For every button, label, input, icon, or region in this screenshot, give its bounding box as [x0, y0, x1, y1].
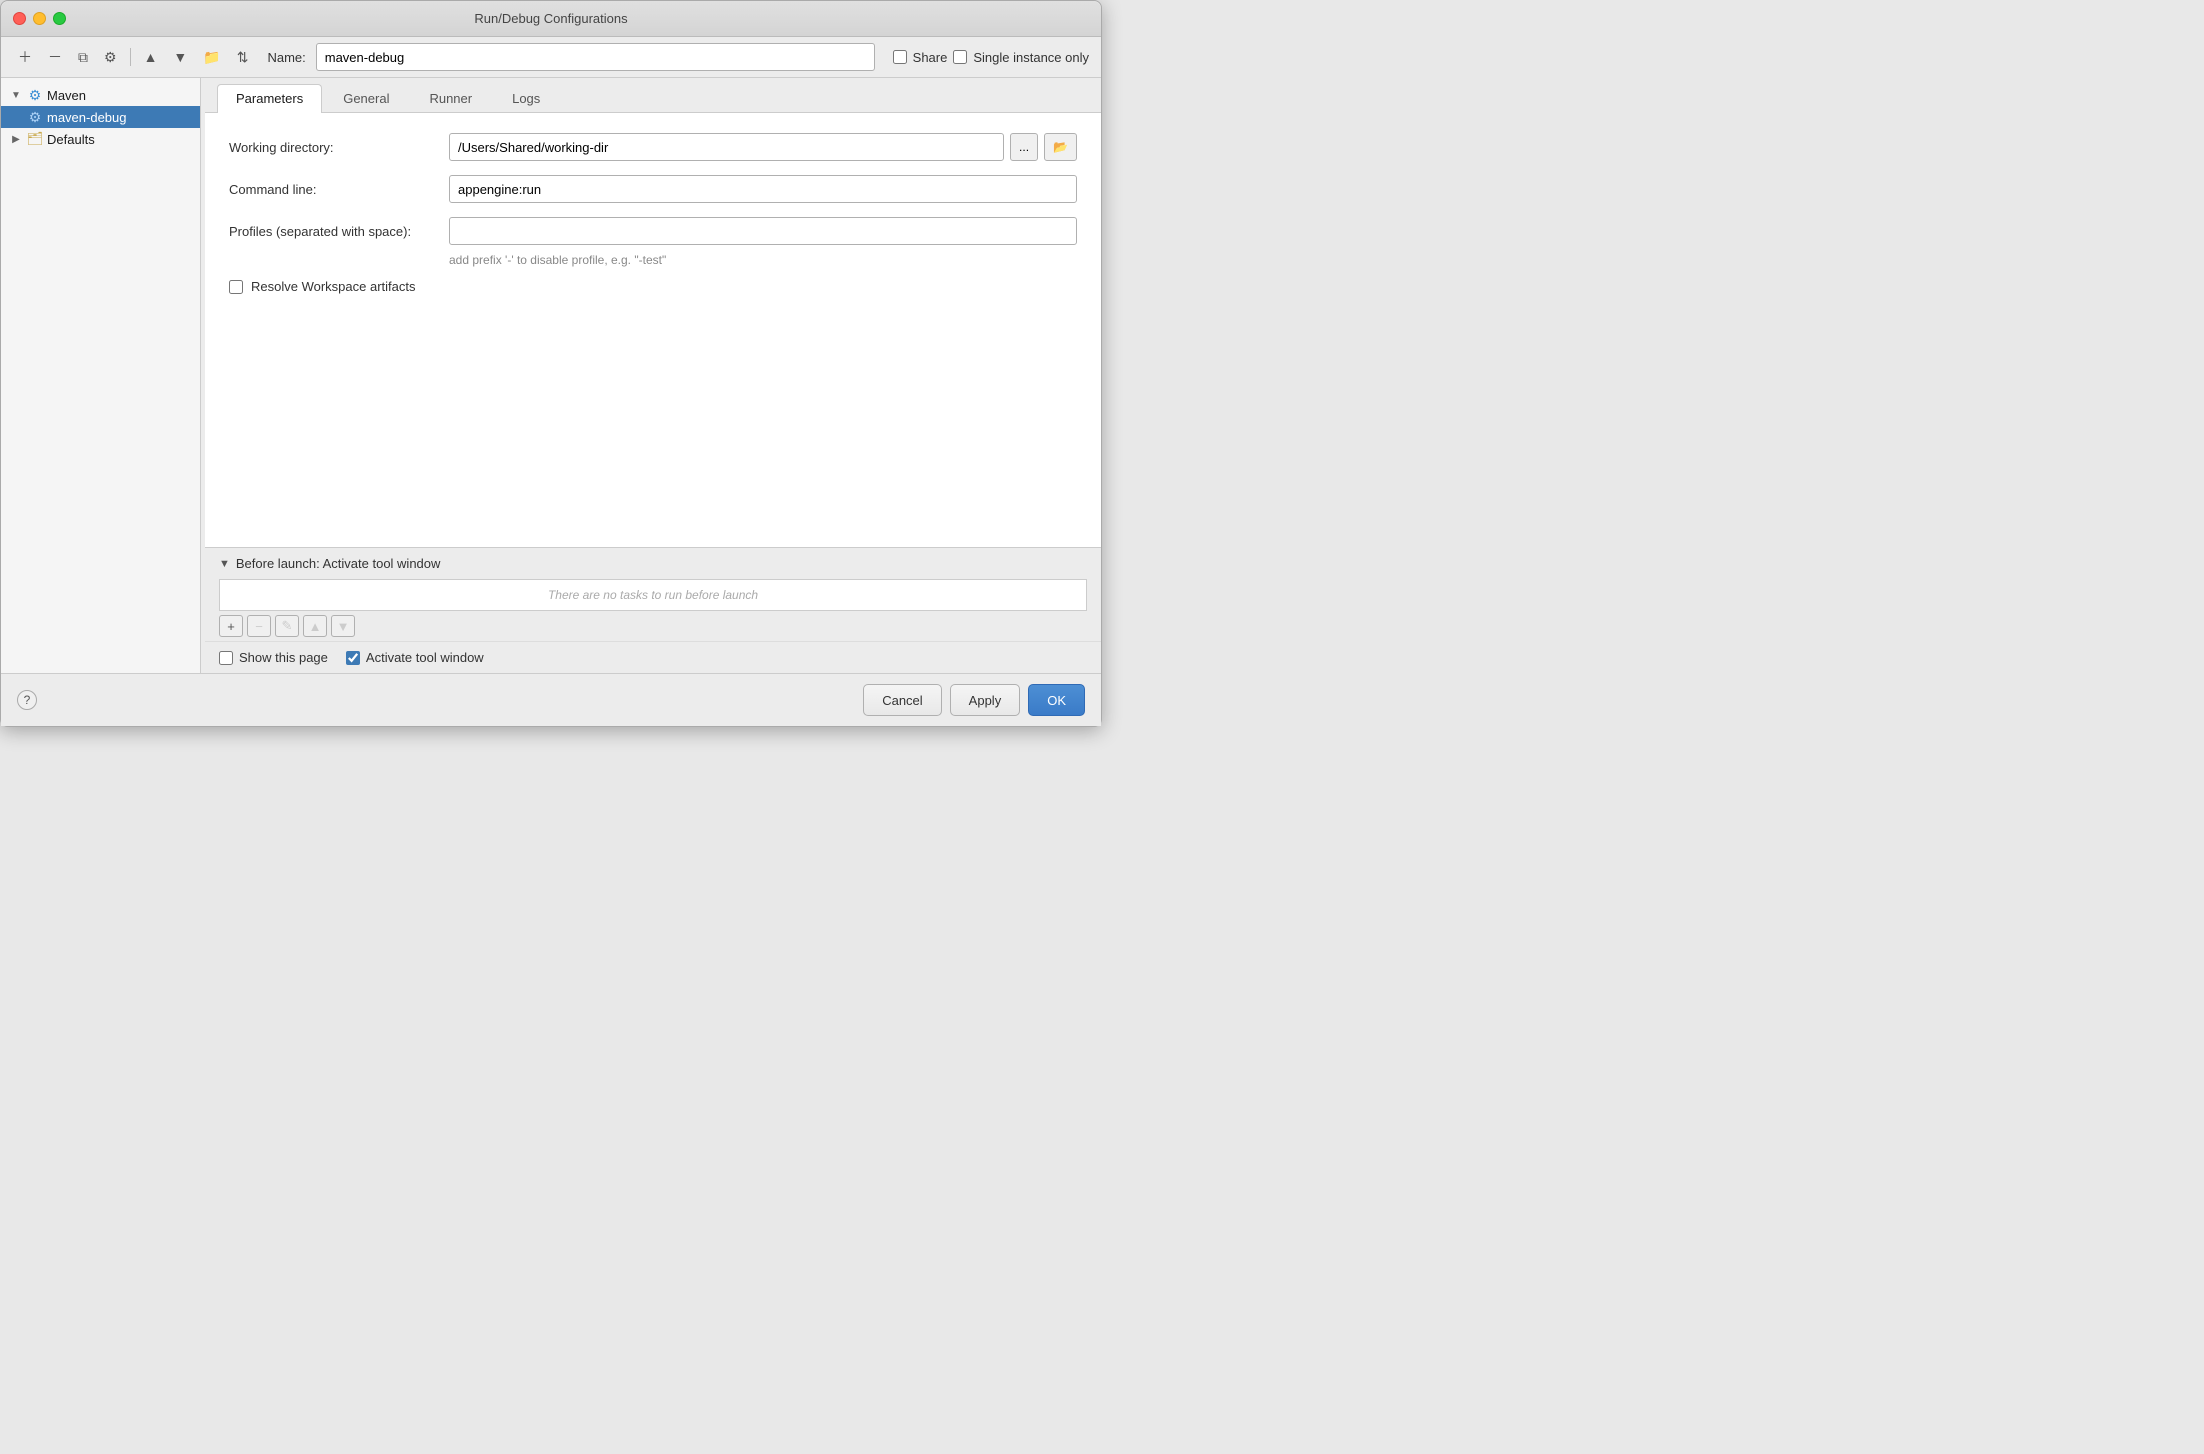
ok-button[interactable]: OK	[1028, 684, 1085, 716]
top-toolbar: ＋ － ⧉ ⚙ ▲ ▼ 📁 ⇅ Name: Share Single insta…	[1, 37, 1101, 78]
window-title: Run/Debug Configurations	[474, 11, 627, 26]
separator-1	[130, 48, 131, 66]
working-directory-row: Working directory: ... 📂	[229, 133, 1077, 161]
profiles-row: Profiles (separated with space):	[229, 217, 1077, 245]
remove-task-button[interactable]: −	[247, 615, 271, 637]
move-task-down-button[interactable]: ▼	[331, 615, 355, 637]
show-page-label[interactable]: Show this page	[239, 650, 328, 665]
command-line-input-wrapper	[449, 175, 1077, 203]
single-instance-checkbox[interactable]	[953, 50, 967, 64]
before-launch-header[interactable]: ▼ Before launch: Activate tool window	[205, 548, 1101, 579]
sidebar-item-maven-group[interactable]: ▼ ⚙ Maven	[1, 84, 200, 106]
name-input[interactable]	[316, 43, 875, 71]
before-launch-collapse-icon: ▼	[219, 558, 230, 570]
before-launch-section: ▼ Before launch: Activate tool window Th…	[205, 547, 1101, 673]
apply-button[interactable]: Apply	[950, 684, 1021, 716]
footer-left: ?	[17, 690, 855, 710]
right-panel: Parameters General Runner Logs Working d…	[205, 78, 1101, 673]
sort-button[interactable]: ⇅	[232, 46, 254, 69]
close-button[interactable]	[13, 12, 26, 25]
defaults-folder-icon: 🗂	[27, 131, 43, 147]
profiles-label: Profiles (separated with space):	[229, 224, 449, 239]
cancel-button[interactable]: Cancel	[863, 684, 941, 716]
activate-tool-window-checkbox[interactable]	[346, 651, 360, 665]
remove-configuration-button[interactable]: －	[43, 44, 67, 70]
profiles-input[interactable]	[449, 217, 1077, 245]
profiles-hint: add prefix '-' to disable profile, e.g. …	[449, 253, 1077, 267]
expand-defaults-icon: ▶	[9, 134, 23, 145]
tab-general[interactable]: General	[324, 84, 408, 112]
move-task-up-button[interactable]: ▲	[303, 615, 327, 637]
single-instance-label[interactable]: Single instance only	[973, 50, 1089, 65]
footer: ? Cancel Apply OK	[1, 673, 1101, 726]
tab-runner[interactable]: Runner	[410, 84, 491, 112]
minimize-button[interactable]	[33, 12, 46, 25]
command-line-input[interactable]	[449, 175, 1077, 203]
folder-button[interactable]: 📁	[198, 46, 225, 69]
launch-options: Show this page Activate tool window	[205, 641, 1101, 673]
name-row: Name:	[267, 43, 874, 71]
add-task-button[interactable]: +	[219, 615, 243, 637]
show-page-checkbox[interactable]	[219, 651, 233, 665]
resolve-artifacts-checkbox[interactable]	[229, 280, 243, 294]
tasks-list: There are no tasks to run before launch	[219, 579, 1087, 611]
form-area: Working directory: ... 📂 Command line:	[205, 113, 1101, 547]
maven-gear-icon: ⚙	[27, 87, 43, 103]
command-line-row: Command line:	[229, 175, 1077, 203]
sidebar: ▼ ⚙ Maven ⚙ maven-debug ▶ 🗂 Defaults	[1, 78, 201, 673]
maximize-button[interactable]	[53, 12, 66, 25]
maven-debug-gear-icon: ⚙	[27, 109, 43, 125]
profiles-input-wrapper	[449, 217, 1077, 245]
activate-tool-window-label[interactable]: Activate tool window	[366, 650, 484, 665]
titlebar: Run/Debug Configurations	[1, 1, 1101, 37]
share-area: Share Single instance only	[893, 50, 1089, 65]
resolve-artifacts-label[interactable]: Resolve Workspace artifacts	[251, 279, 416, 294]
activate-tool-window-option: Activate tool window	[346, 650, 484, 665]
tasks-empty-label: There are no tasks to run before launch	[548, 588, 758, 602]
tab-logs[interactable]: Logs	[493, 84, 559, 112]
sidebar-item-label-maven: Maven	[47, 88, 86, 103]
sidebar-item-label-defaults: Defaults	[47, 132, 95, 147]
working-directory-label: Working directory:	[229, 140, 449, 155]
tab-parameters[interactable]: Parameters	[217, 84, 322, 113]
help-button[interactable]: ?	[17, 690, 37, 710]
browse-folder-button[interactable]: 📂	[1044, 133, 1077, 161]
show-page-option: Show this page	[219, 650, 328, 665]
name-label: Name:	[267, 50, 305, 65]
sidebar-item-label-maven-debug: maven-debug	[47, 110, 127, 125]
before-launch-title: Before launch: Activate tool window	[236, 556, 441, 571]
resolve-artifacts-row: Resolve Workspace artifacts	[229, 279, 1077, 294]
tasks-toolbar: + − ✎ ▲ ▼	[205, 611, 1101, 641]
edit-task-button[interactable]: ✎	[275, 615, 299, 637]
move-up-button[interactable]: ▲	[139, 46, 163, 68]
tabs-row: Parameters General Runner Logs	[205, 78, 1101, 113]
add-configuration-button[interactable]: ＋	[13, 44, 37, 70]
command-line-label: Command line:	[229, 182, 449, 197]
share-checkbox[interactable]	[893, 50, 907, 64]
move-down-button[interactable]: ▼	[168, 46, 192, 68]
share-label[interactable]: Share	[913, 50, 948, 65]
expand-maven-icon: ▼	[9, 90, 23, 101]
settings-button[interactable]: ⚙	[99, 46, 122, 69]
working-directory-input[interactable]	[449, 133, 1004, 161]
browse-ellipsis-button[interactable]: ...	[1010, 133, 1038, 161]
sidebar-item-defaults[interactable]: ▶ 🗂 Defaults	[1, 128, 200, 150]
copy-configuration-button[interactable]: ⧉	[73, 46, 93, 69]
main-content: ▼ ⚙ Maven ⚙ maven-debug ▶ 🗂 Defaults	[1, 78, 1101, 673]
traffic-lights	[13, 12, 66, 25]
sidebar-item-maven-debug[interactable]: ⚙ maven-debug	[1, 106, 200, 128]
run-debug-configurations-window: Run/Debug Configurations ＋ － ⧉ ⚙ ▲ ▼ 📁 ⇅…	[0, 0, 1102, 727]
working-directory-input-wrapper: ... 📂	[449, 133, 1077, 161]
